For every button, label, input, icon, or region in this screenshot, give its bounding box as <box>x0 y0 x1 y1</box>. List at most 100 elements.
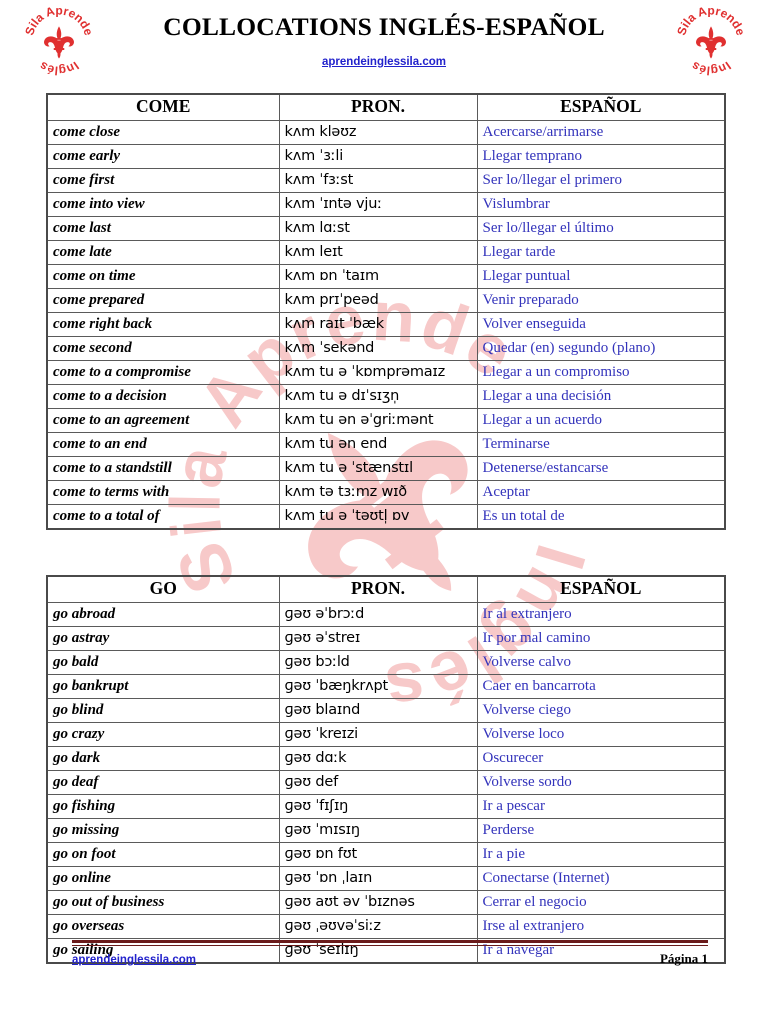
page-title: COLLOCATIONS INGLÉS-ESPAÑOL <box>163 12 605 41</box>
cell-pronunciation: ɡəʊ ɒn fʊt <box>278 842 478 867</box>
cell-spanish: Irse al extranjero <box>476 914 726 939</box>
cell-english: go out of business <box>46 890 280 915</box>
cell-english: come to an agreement <box>46 408 280 433</box>
table-row: come to a standstill kʌm tu ə ˈstænstɪl De… <box>46 456 726 481</box>
table-row: go dark ɡəʊ dɑːk Oscurecer <box>46 746 726 771</box>
cell-spanish: Caer en bancarrota <box>476 674 726 699</box>
column-header-pronunciation: PRON. <box>278 93 478 121</box>
table-row: go fishing ɡəʊ ˈfɪʃɪŋ Ir a pescar <box>46 794 726 819</box>
cell-pronunciation: kʌm lɑːst <box>278 216 478 241</box>
cell-spanish: Llegar tarde <box>476 240 726 265</box>
table-row: go bald ɡəʊ bɔːld Volverse calvo <box>46 650 726 675</box>
column-header-english: GO <box>46 575 280 603</box>
table-row: go missing ɡəʊ ˈmɪsɪŋ Perderse <box>46 818 726 843</box>
table-header-row: COME PRON. ESPAÑOL <box>46 93 726 121</box>
cell-english: go on foot <box>46 842 280 867</box>
cell-spanish: Volverse loco <box>476 722 726 747</box>
column-header-english: COME <box>46 93 280 121</box>
table-row: come to a total of kʌm tu ə ˈtəʊtl̩ ɒv Es … <box>46 504 726 530</box>
page: Sila Aprende Inglés Sila Aprende Inglés … <box>0 0 768 1024</box>
cell-english: go crazy <box>46 722 280 747</box>
cell-pronunciation: kʌm tu ə ˈstænstɪl <box>278 456 478 481</box>
table-row: come second kʌm ˈsekənd Quedar (en) segund… <box>46 336 726 361</box>
cell-spanish: Llegar puntual <box>476 264 726 289</box>
cell-spanish: Venir preparado <box>476 288 726 313</box>
cell-pronunciation: ɡəʊ ˌəʊvəˈsiːz <box>278 914 478 939</box>
table-row: come close kʌm kləʊz Acercarse/arrimarse <box>46 120 726 145</box>
cell-pronunciation: ɡəʊ ˈfɪʃɪŋ <box>278 794 478 819</box>
cell-pronunciation: kʌm raɪt ˈbæk <box>278 312 478 337</box>
come-table-container: COME PRON. ESPAÑOL come close kʌm kləʊz Ac… <box>46 93 726 530</box>
cell-pronunciation: kʌm ˈɪntə vjuː <box>278 192 478 217</box>
cell-english: go online <box>46 866 280 891</box>
page-number: Página 1 <box>659 951 708 966</box>
cell-pronunciation: ɡəʊ ˈkreɪzi <box>278 722 478 747</box>
cell-spanish: Cerrar el negocio <box>476 890 726 915</box>
come-table-body: come close kʌm kləʊz Acercarse/arrimarse co… <box>46 120 726 530</box>
table-header-row: GO PRON. ESPAÑOL <box>46 575 726 603</box>
table-row: go overseas ɡəʊ ˌəʊvəˈsiːz Irse al extranj… <box>46 914 726 939</box>
table-row: go on foot ɡəʊ ɒn fʊt Ir a pie <box>46 842 726 867</box>
cell-spanish: Volver enseguida <box>476 312 726 337</box>
cell-pronunciation: ɡəʊ aʊt əv ˈbɪznəs <box>278 890 478 915</box>
cell-english: come early <box>46 144 280 169</box>
cell-english: come last <box>46 216 280 241</box>
cell-pronunciation: ɡəʊ blaɪnd <box>278 698 478 723</box>
cell-pronunciation: ɡəʊ ˈbæŋkrʌpt <box>278 674 478 699</box>
cell-spanish: Detenerse/estancarse <box>476 456 726 481</box>
collocations-table-come: COME PRON. ESPAÑOL come close kʌm kləʊz Ac… <box>46 93 726 530</box>
cell-english: go missing <box>46 818 280 843</box>
brand-logo-right: Sila Aprende Inglés <box>674 3 748 78</box>
table-row: come right back kʌm raɪt ˈbæk Volver enseg… <box>46 312 726 337</box>
cell-spanish: Ir por mal camino <box>476 626 726 651</box>
site-link[interactable]: aprendeinglessila.com <box>322 56 446 68</box>
cell-pronunciation: kʌm ˈsekənd <box>278 336 478 361</box>
table-row: come on time kʌm ɒn ˈtaɪm Llegar puntual <box>46 264 726 289</box>
table-row: go blind ɡəʊ blaɪnd Volverse ciego <box>46 698 726 723</box>
cell-english: come to terms with <box>46 480 280 505</box>
go-table-body: go abroad ɡəʊ əˈbrɔːd Ir al extranjero go a… <box>46 602 726 964</box>
cell-english: go bald <box>46 650 280 675</box>
brand-logo-left: Sila Aprende Inglés <box>22 3 96 77</box>
cell-english: come to a standstill <box>46 456 280 481</box>
table-row: come early kʌm ˈɜːli Llegar temprano <box>46 144 726 169</box>
cell-spanish: Llegar a un acuerdo <box>476 408 726 433</box>
table-row: come to a decision kʌm tu ə dɪˈsɪʒn̩ Llega… <box>46 384 726 409</box>
cell-pronunciation: ɡəʊ def <box>278 770 478 795</box>
cell-spanish: Ir al extranjero <box>476 602 726 627</box>
collocations-table-go: GO PRON. ESPAÑOL go abroad ɡəʊ əˈbrɔːd Ir … <box>46 575 726 964</box>
cell-english: come prepared <box>46 288 280 313</box>
cell-spanish: Acercarse/arrimarse <box>476 120 726 145</box>
cell-english: come on time <box>46 264 280 289</box>
cell-english: go bankrupt <box>46 674 280 699</box>
cell-english: go abroad <box>46 602 280 627</box>
footer-site-link[interactable]: aprendeinglessila.com <box>72 954 196 966</box>
cell-spanish: Perderse <box>476 818 726 843</box>
cell-pronunciation: kʌm ˈfɜːst <box>278 168 478 193</box>
cell-english: come late <box>46 240 280 265</box>
table-row: go deaf ɡəʊ def Volverse sordo <box>46 770 726 795</box>
cell-spanish: Volverse ciego <box>476 698 726 723</box>
cell-english: come right back <box>46 312 280 337</box>
cell-pronunciation: kʌm tu ən end <box>278 432 478 457</box>
cell-english: go dark <box>46 746 280 771</box>
table-row: go abroad ɡəʊ əˈbrɔːd Ir al extranjero <box>46 602 726 627</box>
cell-pronunciation: kʌm tu ən əˈgriːmənt <box>278 408 478 433</box>
cell-pronunciation: kʌm leɪt <box>278 240 478 265</box>
table-row: come to an agreement kʌm tu ən əˈgriːmənt… <box>46 408 726 433</box>
page-footer: aprendeinglessila.com Página 1 <box>72 940 708 967</box>
svg-text:Inglés: Inglés <box>689 59 734 78</box>
go-table-container: GO PRON. ESPAÑOL go abroad ɡəʊ əˈbrɔːd Ir … <box>46 575 726 964</box>
site-link-container: aprendeinglessila.com <box>0 52 768 70</box>
cell-spanish: Llegar temprano <box>476 144 726 169</box>
cell-spanish: Volverse sordo <box>476 770 726 795</box>
cell-english: come to an end <box>46 432 280 457</box>
cell-spanish: Ser lo/llegar el último <box>476 216 726 241</box>
cell-english: come to a compromise <box>46 360 280 385</box>
cell-english: come to a total of <box>46 504 280 530</box>
cell-spanish: Oscurecer <box>476 746 726 771</box>
table-row: come prepared kʌm prɪˈpeəd Venir preparado <box>46 288 726 313</box>
column-header-spanish: ESPAÑOL <box>476 575 726 603</box>
cell-spanish: Vislumbrar <box>476 192 726 217</box>
cell-english: come first <box>46 168 280 193</box>
